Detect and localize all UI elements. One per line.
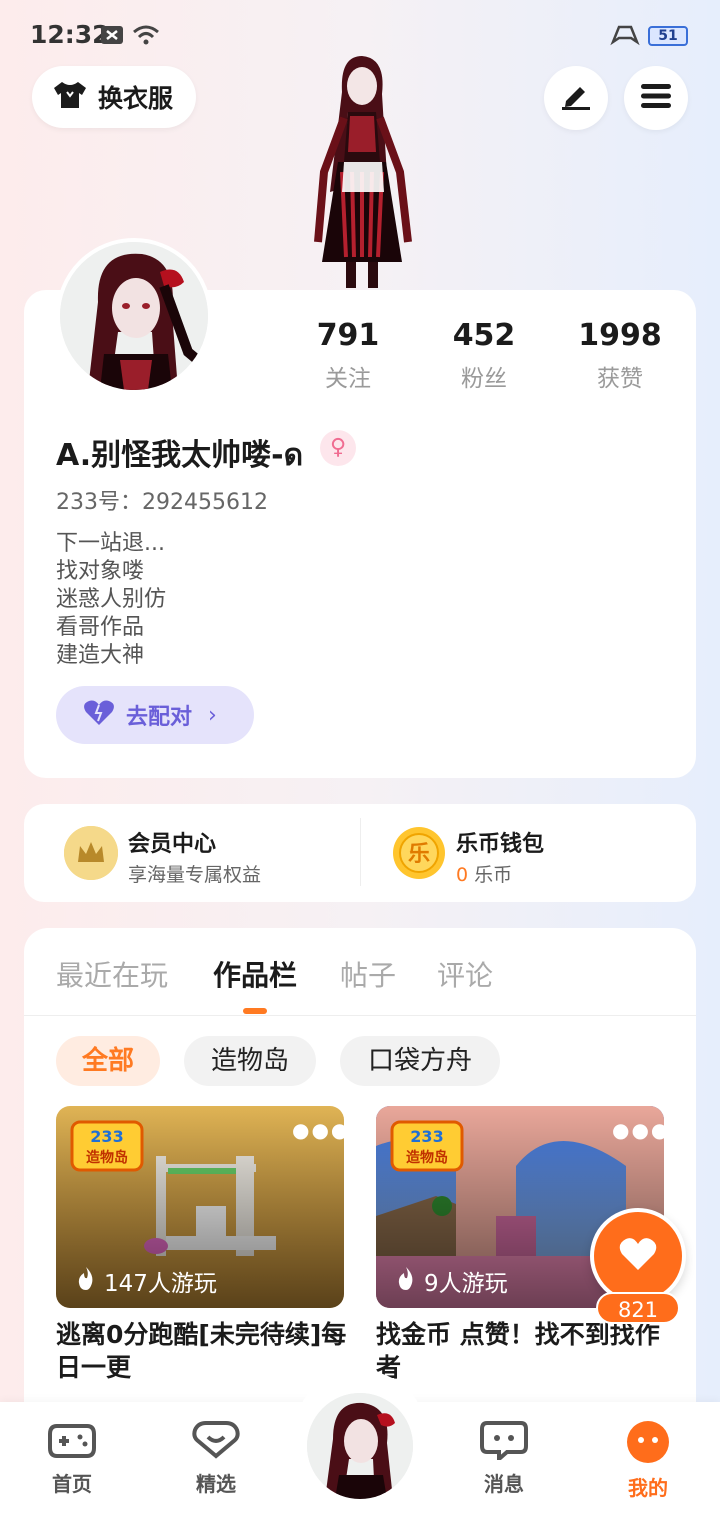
heart-chat-icon (191, 1421, 241, 1464)
filter-chip-all[interactable]: 全部 (56, 1036, 160, 1086)
username: A.别怪我太帅喽-ด (56, 438, 304, 473)
nav-me[interactable]: 我的 (598, 1420, 698, 1501)
wallet-unit: 乐币 (474, 864, 513, 886)
divider (24, 1015, 696, 1016)
work-title[interactable]: 找金币 点赞！找不到找作者 (376, 1318, 668, 1384)
menu-icon (640, 82, 672, 114)
filter-chip-pocket-ark[interactable]: 口袋方舟 (340, 1036, 500, 1086)
nav-messages-label: 消息 (484, 1472, 524, 1496)
notification-icon (100, 24, 124, 50)
more-icon[interactable]: ●●● (612, 1118, 670, 1142)
wallet-amount: 0 (456, 864, 469, 886)
work-play-count-text: 147人游玩 (104, 1271, 217, 1297)
nav-me-label: 我的 (628, 1476, 668, 1500)
work-badge-number: 233 (410, 1127, 443, 1146)
status-time: 12:32 (30, 20, 110, 49)
stat-followers[interactable]: 452 粉丝 (414, 318, 554, 393)
chevron-right-icon: › (208, 702, 217, 728)
lecoin-icon-char: 乐 (408, 842, 430, 867)
bio-line: 下一站退... (56, 531, 165, 556)
work-title[interactable]: 逃离0分跑酷[未完待续]每日一更 (56, 1318, 348, 1384)
like-button[interactable] (590, 1208, 686, 1304)
heart-icon (618, 1236, 658, 1276)
work-badge-number: 233 (90, 1127, 123, 1146)
tab-comments[interactable]: 评论 (437, 954, 493, 994)
user-id[interactable]: 233号：292455612 (56, 484, 268, 516)
stat-likes-count: 1998 (578, 318, 662, 353)
work-play-count: 9人游玩 (396, 1264, 508, 1298)
more-icon[interactable]: ●●● (292, 1118, 350, 1142)
stat-following[interactable]: 791 关注 (278, 318, 418, 393)
menu-button[interactable] (624, 66, 688, 130)
lecoin-icon: 乐 (392, 826, 446, 880)
battery-indicator: 51 (648, 26, 688, 46)
work-badge-label: 造物岛 (86, 1149, 128, 1166)
stat-likes-label: 获赞 (597, 366, 643, 392)
female-gender-icon: ♀ (320, 430, 356, 466)
flame-icon (76, 1265, 96, 1297)
stat-followers-label: 粉丝 (461, 366, 507, 392)
pen-icon (560, 81, 592, 115)
change-outfit-button[interactable]: 换衣服 (32, 66, 196, 128)
tab-works[interactable]: 作品栏 (213, 954, 297, 994)
flame-icon (396, 1265, 416, 1297)
game-controller-status-icon (610, 24, 640, 50)
avatar-3d-figure[interactable] (290, 52, 430, 292)
wallet-title[interactable]: 乐币钱包 (456, 826, 544, 858)
divider (360, 818, 361, 886)
tab-posts[interactable]: 帖子 (340, 954, 396, 994)
profile-face-icon (623, 1421, 673, 1468)
shirt-icon (52, 80, 88, 114)
tab-recently-played[interactable]: 最近在玩 (56, 954, 168, 994)
nav-home[interactable]: 首页 (22, 1420, 122, 1497)
gamepad-icon (47, 1424, 97, 1464)
active-tab-indicator (243, 1008, 267, 1014)
nav-messages[interactable]: 消息 (454, 1420, 554, 1497)
work-play-count-text: 9人游玩 (424, 1271, 508, 1297)
nav-featured[interactable]: 精选 (166, 1420, 266, 1497)
nav-avatar[interactable] (304, 1390, 416, 1502)
profile-avatar[interactable] (56, 238, 212, 394)
edit-button[interactable] (544, 66, 608, 130)
nav-featured-label: 精选 (196, 1472, 236, 1496)
nav-home-label: 首页 (52, 1472, 92, 1496)
heart-icon (82, 699, 116, 731)
bio-line: 找对象喽 (56, 559, 145, 584)
bio: 下一站退... 找对象喽 迷惑人别仿 看哥作品 建造大神 (56, 530, 166, 670)
stat-following-label: 关注 (325, 366, 371, 392)
match-label: 去配对 (126, 705, 193, 730)
bio-line: 迷惑人别仿 (56, 587, 167, 612)
bio-line: 建造大神 (56, 643, 145, 668)
change-outfit-label: 换衣服 (98, 84, 174, 113)
wallet-balance: 0 乐币 (456, 860, 512, 887)
like-count: 821 (596, 1292, 680, 1324)
crown-icon (64, 826, 118, 880)
filter-chip-creation-island[interactable]: 造物岛 (184, 1036, 316, 1086)
member-center-title[interactable]: 会员中心 (128, 826, 216, 858)
work-badge-label: 造物岛 (406, 1149, 448, 1166)
member-center-subtitle: 享海量专属权益 (128, 864, 262, 886)
wifi-icon (132, 24, 160, 50)
bio-line: 看哥作品 (56, 615, 145, 640)
stat-following-count: 791 (316, 318, 380, 353)
stat-likes[interactable]: 1998 获赞 (550, 318, 690, 393)
match-button[interactable]: 去配对 › (56, 686, 254, 744)
chat-bubble-icon (479, 1421, 529, 1464)
stat-followers-count: 452 (452, 318, 516, 353)
work-play-count: 147人游玩 (76, 1264, 217, 1298)
